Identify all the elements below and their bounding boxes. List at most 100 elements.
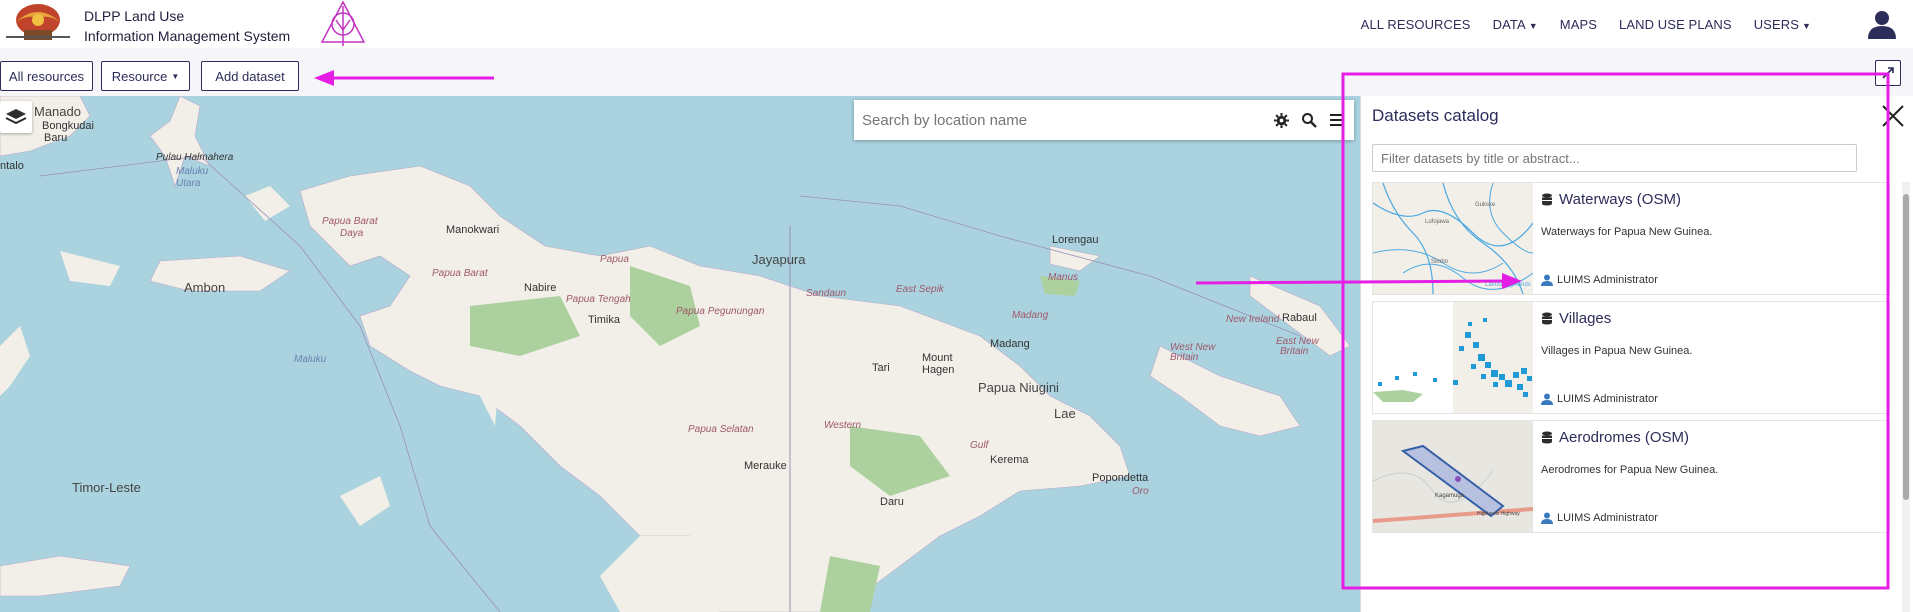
png-crest-logo[interactable]	[2, 0, 74, 48]
person-icon	[1541, 274, 1553, 286]
dataset-author[interactable]: LUIMS Administrator	[1541, 393, 1658, 405]
map-label: Daru	[880, 496, 904, 508]
map-label: Utara	[176, 178, 201, 189]
thumb-label: Highlands Highway	[1477, 511, 1520, 517]
search-settings-button[interactable]	[1270, 109, 1292, 131]
person-icon	[1541, 512, 1553, 524]
dataset-title-text: Waterways (OSM)	[1559, 191, 1681, 208]
nav-data[interactable]: DATA ▼	[1493, 17, 1538, 32]
database-icon	[1542, 193, 1552, 206]
map-label: Jayapura	[752, 252, 806, 267]
nav-data-label: DATA	[1492, 16, 1526, 32]
map-label: Manokwari	[446, 224, 500, 236]
search-menu-button[interactable]	[1326, 109, 1348, 131]
dataset-thumbnail: Kagamuga Highlands Highway	[1373, 421, 1533, 532]
database-icon	[1542, 312, 1552, 325]
map-label: Papua Tengah	[566, 294, 631, 305]
dataset-author[interactable]: LUIMS Administrator	[1541, 512, 1658, 524]
dataset-author-name: LUIMS Administrator	[1557, 512, 1658, 524]
caret-down-icon: ▼	[1528, 20, 1538, 31]
map-label: Kerema	[990, 454, 1029, 466]
dataset-title-text: Aerodromes (OSM)	[1559, 429, 1690, 446]
dataset-title[interactable]: Aerodromes (OSM)	[1541, 429, 1881, 446]
thumb-label: Simbo	[1431, 259, 1449, 265]
search-icon	[1302, 113, 1317, 128]
map-label: Britain	[1280, 346, 1309, 357]
map-label: Oro	[1132, 486, 1149, 497]
map-label: Ambon	[184, 280, 226, 295]
map-label: Baru	[44, 132, 68, 144]
nav-users[interactable]: USERS ▼	[1754, 17, 1811, 32]
map-label: Maluku	[294, 354, 327, 365]
layers-toggle-button[interactable]	[0, 101, 32, 133]
map-label: Mount	[922, 352, 953, 364]
map-label: Popondetta	[1092, 472, 1149, 484]
fullscreen-toggle-button[interactable]	[1875, 60, 1901, 86]
close-icon[interactable]	[1881, 104, 1905, 128]
dataset-author[interactable]: LUIMS Administrator	[1541, 274, 1658, 286]
catalog-filter-input[interactable]	[1372, 144, 1857, 172]
dataset-author-name: LUIMS Administrator	[1557, 274, 1658, 286]
map-label: Papua Niugini	[978, 380, 1059, 395]
location-search-input[interactable]	[854, 101, 1270, 139]
dataset-description: Waterways for Papua New Guinea.	[1541, 226, 1713, 238]
map-label: Tari	[872, 362, 890, 374]
dataset-card-body: Waterways (OSM) Waterways for Papua New …	[1533, 183, 1889, 294]
dataset-card-waterways[interactable]: Lufojawa Gukske Simbo Lavusi Highlands W…	[1372, 182, 1890, 295]
map-label: Papua	[600, 254, 629, 265]
map-label: Bongkudai	[42, 120, 94, 132]
map-label: Gulf	[970, 440, 989, 451]
brand-title[interactable]: DLPP Land Use Information Management Sys…	[84, 6, 290, 46]
nav-users-label: USERS	[1753, 16, 1799, 32]
search-submit-button[interactable]	[1298, 109, 1320, 131]
expand-icon	[1882, 67, 1894, 79]
dataset-thumbnail: Lufojawa Gukske Simbo Lavusi Highlands	[1373, 183, 1533, 294]
map-label: New Ireland	[1226, 314, 1280, 325]
add-dataset-button[interactable]: Add dataset	[201, 61, 299, 91]
nav-all-resources[interactable]: ALL RESOURCES	[1361, 17, 1471, 32]
caret-down-icon: ▼	[171, 71, 180, 81]
nav-maps[interactable]: MAPS	[1560, 17, 1597, 32]
dataset-card-body: Villages Villages in Papua New Guinea. L…	[1533, 302, 1889, 413]
dataset-card-villages[interactable]: Villages Villages in Papua New Guinea. L…	[1372, 301, 1890, 414]
map-label: Timika	[588, 314, 620, 326]
dataset-card-body: Aerodromes (OSM) Aerodromes for Papua Ne…	[1533, 421, 1889, 532]
map-label: Timor-Leste	[72, 480, 141, 495]
caret-down-icon: ▼	[1801, 20, 1811, 31]
all-resources-button[interactable]: All resources	[0, 61, 93, 91]
dataset-title-text: Villages	[1559, 310, 1612, 327]
map-label: Lae	[1054, 406, 1076, 421]
map-label: Daya	[340, 228, 364, 239]
dataset-card-aerodromes[interactable]: Kagamuga Highlands Highway Aerodromes (O…	[1372, 420, 1890, 533]
thumb-label: Lufojawa	[1425, 219, 1450, 225]
resource-dropdown-button[interactable]: Resource ▼	[101, 61, 190, 91]
brand-line-2: Information Management System	[84, 28, 291, 44]
nav-land-use-plans[interactable]: LAND USE PLANS	[1619, 17, 1732, 32]
map-label: Madang	[1012, 310, 1049, 321]
brand-line-1: DLPP Land Use	[84, 8, 185, 24]
resource-toolbar: All resources Resource ▼ Add dataset	[0, 48, 1913, 96]
map-label: Nabire	[524, 282, 557, 294]
map-label: Papua Selatan	[688, 424, 754, 435]
hamburger-menu-icon	[1330, 114, 1344, 126]
scrollbar-thumb[interactable]	[1903, 194, 1909, 500]
map-label: Sandaun	[806, 288, 847, 299]
dataset-title[interactable]: Waterways (OSM)	[1541, 191, 1881, 208]
gear-icon	[1273, 112, 1289, 128]
dataset-list: Lufojawa Gukske Simbo Lavusi Highlands W…	[1372, 182, 1890, 612]
catalog-scrollbar[interactable]	[1902, 182, 1910, 612]
map-label: East Sepik	[896, 284, 944, 295]
map-label: Rabaul	[1282, 312, 1317, 324]
map-label: Madang	[990, 338, 1030, 350]
map-label: Papua Barat	[322, 216, 378, 227]
map-label: Papua Pegunungan	[676, 306, 765, 317]
user-avatar-icon[interactable]	[1867, 9, 1897, 39]
dataset-description: Villages in Papua New Guinea.	[1541, 345, 1693, 357]
top-header: DLPP Land Use Information Management Sys…	[0, 0, 1913, 48]
map-label: Manado	[34, 104, 81, 119]
map-label: ntalo	[0, 160, 24, 172]
dataset-title[interactable]: Villages	[1541, 310, 1881, 327]
layers-icon	[5, 109, 27, 125]
main-nav: ALL RESOURCES DATA ▼ MAPS LAND USE PLANS …	[1361, 0, 1913, 48]
dataset-description: Aerodromes for Papua New Guinea.	[1541, 464, 1719, 476]
